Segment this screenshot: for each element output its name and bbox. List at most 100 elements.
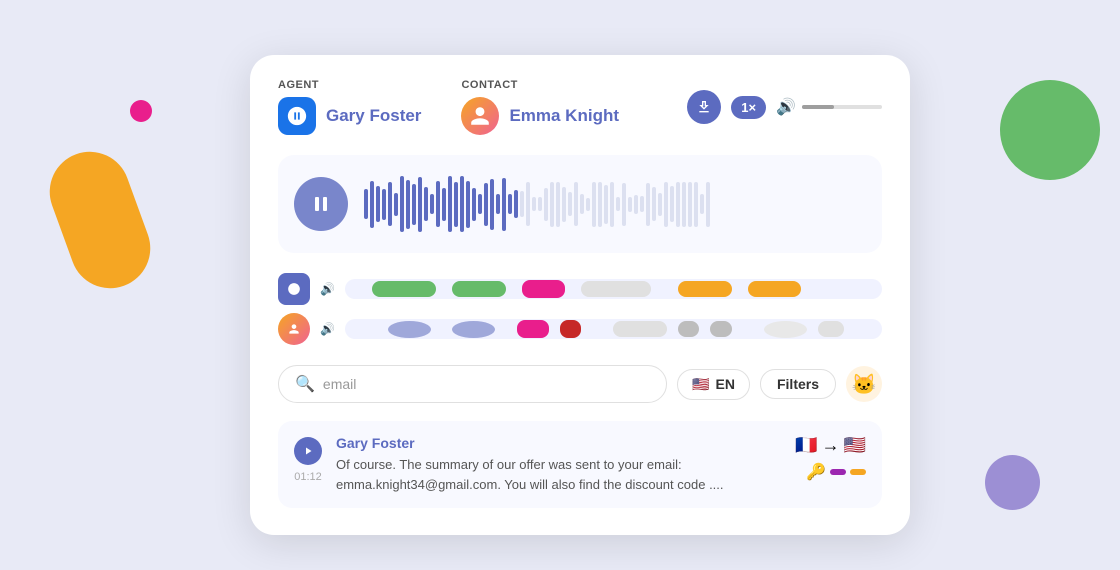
waveform-bar — [472, 188, 476, 221]
waveform-bar — [466, 181, 470, 228]
main-card: AGENT Gary Foster CONTACT Emma Knight — [250, 55, 910, 535]
controls-right: 1× 🔊 — [687, 90, 882, 124]
agent-section: AGENT Gary Foster — [278, 79, 421, 135]
key-icon: 🔑 — [806, 462, 826, 482]
contact-avatar — [461, 97, 499, 135]
waveform-bar — [520, 191, 524, 217]
play-pause-button[interactable] — [294, 177, 348, 231]
contact-label: CONTACT — [461, 79, 619, 91]
waveform-bar — [694, 182, 698, 227]
waveform-bar — [598, 182, 602, 227]
message-timestamp: 01:12 — [294, 471, 322, 483]
emoji-button[interactable]: 🐱 — [846, 366, 882, 402]
message-play-button[interactable] — [294, 437, 322, 465]
message-badges: 🇫🇷 → 🇺🇸 🔑 — [795, 435, 866, 482]
speed-button[interactable]: 1× — [731, 96, 766, 119]
agent-track-avatar — [278, 273, 310, 305]
waveform-bar — [508, 194, 512, 214]
waveform-bar — [562, 187, 566, 222]
lang-label: EN — [716, 376, 735, 392]
contact-track-row: 🔊 — [278, 313, 882, 345]
waveform-bar — [538, 197, 542, 211]
waveform-bar — [532, 197, 536, 211]
waveform-bar — [430, 194, 434, 214]
waveform-bar — [496, 194, 500, 214]
waveform-bar — [574, 182, 578, 226]
bg-pink-dot — [130, 100, 152, 122]
waveform-bar — [400, 176, 404, 232]
waveform-bar — [658, 193, 662, 216]
contact-section: CONTACT Emma Knight — [461, 79, 619, 135]
volume-bar[interactable] — [802, 105, 882, 109]
agent-track-row: 🔊 — [278, 273, 882, 305]
waveform-bar — [604, 185, 608, 224]
search-box[interactable]: 🔍 email — [278, 365, 667, 403]
agent-track-line — [345, 279, 882, 299]
waveform-bar — [394, 193, 398, 216]
badge-orange — [850, 469, 866, 475]
waveform-bar — [484, 183, 488, 226]
bg-purple-circle — [985, 455, 1040, 510]
to-flag: 🇺🇸 — [844, 435, 866, 456]
waveform-section — [278, 155, 882, 253]
waveform-bar — [424, 187, 428, 221]
agent-label: AGENT — [278, 79, 421, 91]
waveform-bar — [442, 188, 446, 221]
waveform-bar — [412, 184, 416, 225]
message-card: 01:12 Gary Foster Of course. The summary… — [278, 421, 882, 508]
agent-avatar — [278, 97, 316, 135]
waveform-bar — [406, 180, 410, 229]
volume-icon: 🔊 — [776, 97, 796, 117]
flag-icon: 🇺🇸 — [692, 376, 709, 393]
waveform-bar — [478, 194, 482, 214]
waveform-bar — [382, 189, 386, 220]
waveform-bar — [544, 188, 548, 221]
waveform-bar — [676, 182, 680, 227]
message-text: Of course. The summary of our offer was … — [336, 455, 781, 494]
waveform-bar — [526, 182, 530, 226]
arrow-icon: → — [822, 435, 840, 456]
volume-fill — [802, 105, 834, 109]
waveform-bar — [418, 177, 422, 232]
contact-track-avatar — [278, 313, 310, 345]
contact-name: Emma Knight — [509, 106, 619, 126]
waveform-bar — [610, 182, 614, 227]
translate-flags: 🇫🇷 → 🇺🇸 — [795, 435, 866, 456]
agent-track-sound: 🔊 — [320, 282, 335, 296]
waveform-bar — [448, 176, 452, 232]
waveform-bar — [502, 178, 506, 231]
timeline-section: 🔊 🔊 — [278, 273, 882, 345]
search-input[interactable]: email — [323, 376, 356, 392]
waveform-bar — [664, 182, 668, 227]
download-button[interactable] — [687, 90, 721, 124]
waveform-bar — [364, 189, 368, 219]
waveform-bar — [592, 182, 596, 227]
agent-info: Gary Foster — [278, 97, 421, 135]
waveform-bar — [616, 197, 620, 211]
waveform-bar — [568, 192, 572, 216]
bg-orange-shape — [38, 141, 161, 300]
waveform-bar — [550, 182, 554, 227]
waveform-bar — [490, 179, 494, 230]
badge-row: 🔑 — [806, 462, 866, 482]
filters-button[interactable]: Filters — [760, 369, 836, 399]
waveform-bar — [436, 181, 440, 227]
waveform-bar — [586, 198, 590, 211]
contact-track-line — [345, 319, 882, 339]
waveform-bar — [706, 182, 710, 227]
waveform-bar — [670, 186, 674, 222]
agent-name: Gary Foster — [326, 106, 421, 126]
message-content: Gary Foster Of course. The summary of ou… — [336, 435, 781, 494]
waveform-bar — [388, 182, 392, 226]
bg-green-circle — [1000, 80, 1100, 180]
waveform[interactable] — [364, 169, 866, 239]
search-icon: 🔍 — [295, 374, 315, 394]
waveform-bar — [454, 182, 458, 227]
waveform-bar — [634, 195, 638, 214]
waveform-bar — [700, 194, 704, 214]
waveform-bar — [688, 182, 692, 227]
language-button[interactable]: 🇺🇸 EN — [677, 369, 750, 400]
waveform-bar — [370, 181, 374, 228]
waveform-bar — [556, 182, 560, 227]
waveform-bar — [622, 183, 626, 226]
